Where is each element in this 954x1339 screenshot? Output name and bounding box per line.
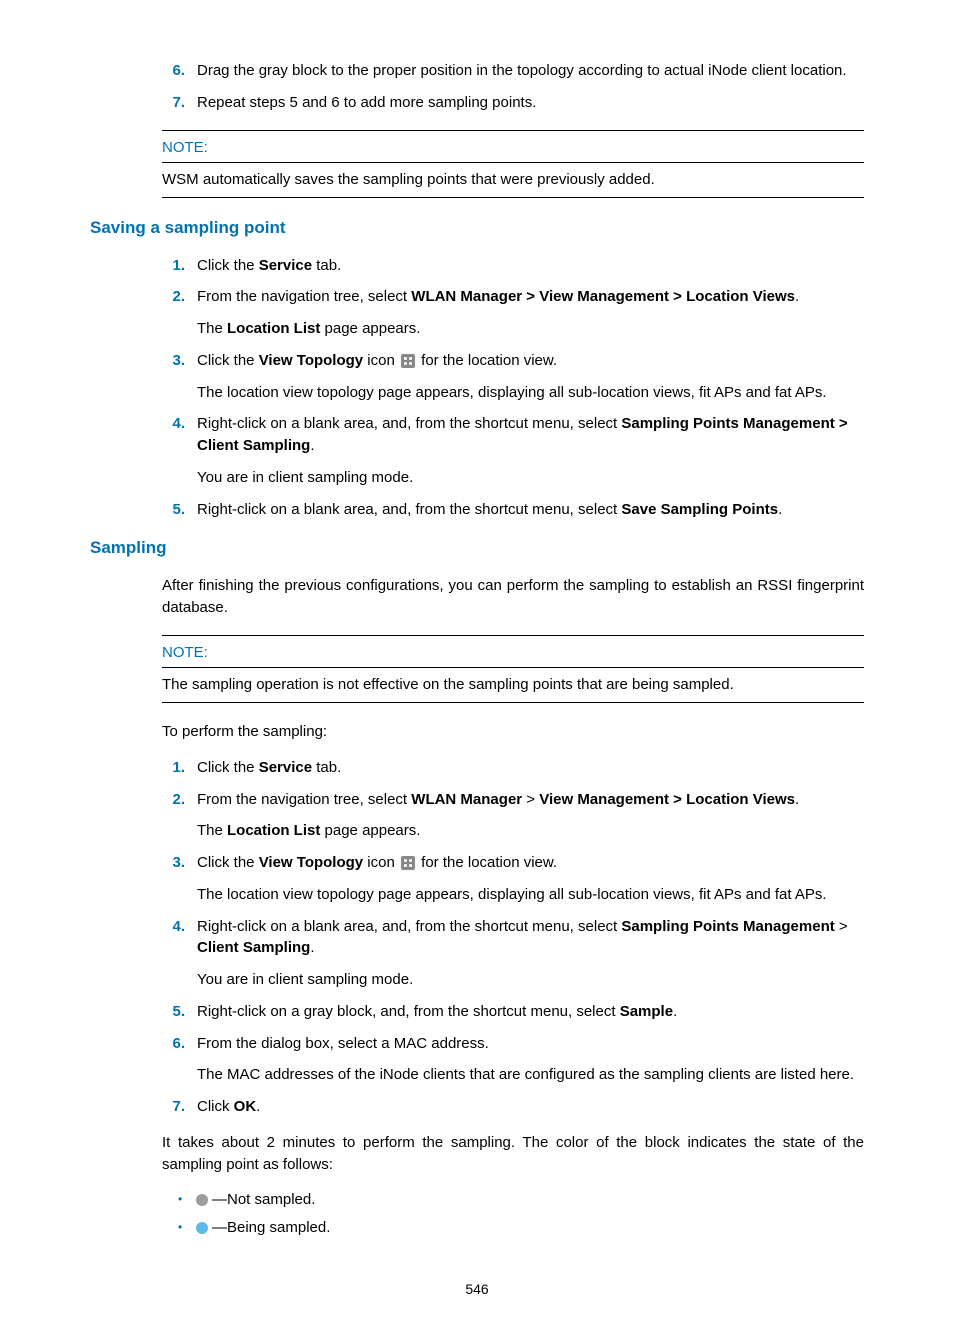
page-number: 546 bbox=[90, 1279, 864, 1299]
note-box: NOTE: WSM automatically saves the sampli… bbox=[162, 130, 864, 199]
note-body: WSM automatically saves the sampling poi… bbox=[162, 163, 864, 198]
bullet-text: —Being sampled. bbox=[196, 1217, 864, 1239]
sec1-step-2: 2. From the navigation tree, select WLAN… bbox=[90, 286, 864, 308]
step-6: 6. Drag the gray block to the proper pos… bbox=[90, 60, 864, 82]
perf-step-4: 4. Right-click on a blank area, and, fro… bbox=[90, 916, 864, 960]
step-number: 6. bbox=[155, 1033, 185, 1055]
sampling-intro: After finishing the previous configurati… bbox=[162, 575, 864, 619]
step-text: Right-click on a blank area, and, from t… bbox=[197, 413, 864, 457]
step-text: Right-click on a blank area, and, from t… bbox=[197, 916, 864, 960]
blue-circle-icon bbox=[196, 1222, 208, 1234]
bullet-dot: • bbox=[178, 1219, 196, 1236]
step-text: Click the Service tab. bbox=[197, 255, 864, 277]
perform-lead: To perform the sampling: bbox=[162, 721, 864, 743]
sec1-step-3-sub: The location view topology page appears,… bbox=[197, 382, 864, 404]
bullet-not-sampled: • —Not sampled. bbox=[178, 1189, 864, 1211]
perf-step-3-sub: The location view topology page appears,… bbox=[197, 884, 864, 906]
step-text: From the dialog box, select a MAC addres… bbox=[197, 1033, 864, 1055]
perf-step-6: 6. From the dialog box, select a MAC add… bbox=[90, 1033, 864, 1055]
step-number: 7. bbox=[155, 1096, 185, 1118]
step-text: From the navigation tree, select WLAN Ma… bbox=[197, 286, 864, 308]
outro-paragraph: It takes about 2 minutes to perform the … bbox=[162, 1132, 864, 1176]
step-number: 1. bbox=[155, 255, 185, 277]
step-text: Right-click on a blank area, and, from t… bbox=[197, 499, 864, 521]
step-number: 4. bbox=[155, 916, 185, 960]
perf-step-5: 5. Right-click on a gray block, and, fro… bbox=[90, 1001, 864, 1023]
step-number: 5. bbox=[155, 499, 185, 521]
step-number: 4. bbox=[155, 413, 185, 457]
perf-step-7: 7. Click OK. bbox=[90, 1096, 864, 1118]
gray-circle-icon bbox=[196, 1194, 208, 1206]
sec1-step-4-sub: You are in client sampling mode. bbox=[197, 467, 864, 489]
perf-step-3: 3. Click the View Topology icon for the … bbox=[90, 852, 864, 874]
perf-step-2: 2. From the navigation tree, select WLAN… bbox=[90, 789, 864, 811]
view-topology-icon bbox=[401, 856, 415, 870]
step-number: 5. bbox=[155, 1001, 185, 1023]
sec1-step-5: 5. Right-click on a blank area, and, fro… bbox=[90, 499, 864, 521]
sec1-step-4: 4. Right-click on a blank area, and, fro… bbox=[90, 413, 864, 457]
step-number: 3. bbox=[155, 350, 185, 372]
step-number: 1. bbox=[155, 757, 185, 779]
step-text: Right-click on a gray block, and, from t… bbox=[197, 1001, 864, 1023]
step-text: Repeat steps 5 and 6 to add more samplin… bbox=[197, 92, 864, 114]
sec1-step-3: 3. Click the View Topology icon for the … bbox=[90, 350, 864, 372]
step-text: Click the Service tab. bbox=[197, 757, 864, 779]
sec1-step-2-sub: The Location List page appears. bbox=[197, 318, 864, 340]
step-text: Click the View Topology icon for the loc… bbox=[197, 852, 864, 874]
note-box: NOTE: The sampling operation is not effe… bbox=[162, 635, 864, 704]
step-text: Drag the gray block to the proper positi… bbox=[197, 60, 864, 82]
note-label: NOTE: bbox=[162, 131, 864, 164]
step-number: 2. bbox=[155, 286, 185, 308]
sec1-step-1: 1. Click the Service tab. bbox=[90, 255, 864, 277]
bullet-dot: • bbox=[178, 1191, 196, 1208]
note-body: The sampling operation is not effective … bbox=[162, 668, 864, 703]
step-number: 7. bbox=[155, 92, 185, 114]
step-number: 3. bbox=[155, 852, 185, 874]
view-topology-icon bbox=[401, 354, 415, 368]
step-7: 7. Repeat steps 5 and 6 to add more samp… bbox=[90, 92, 864, 114]
heading-saving-sampling-point: Saving a sampling point bbox=[90, 216, 864, 241]
step-text: Click the View Topology icon for the loc… bbox=[197, 350, 864, 372]
perf-step-1: 1. Click the Service tab. bbox=[90, 757, 864, 779]
perf-step-4-sub: You are in client sampling mode. bbox=[197, 969, 864, 991]
step-text: From the navigation tree, select WLAN Ma… bbox=[197, 789, 864, 811]
step-text: Click OK. bbox=[197, 1096, 864, 1118]
bullet-being-sampled: • —Being sampled. bbox=[178, 1217, 864, 1239]
perf-step-6-sub: The MAC addresses of the iNode clients t… bbox=[197, 1064, 864, 1086]
note-label: NOTE: bbox=[162, 636, 864, 669]
step-number: 6. bbox=[155, 60, 185, 82]
perf-step-2-sub: The Location List page appears. bbox=[197, 820, 864, 842]
bullet-text: —Not sampled. bbox=[196, 1189, 864, 1211]
step-number: 2. bbox=[155, 789, 185, 811]
heading-sampling: Sampling bbox=[90, 536, 864, 561]
